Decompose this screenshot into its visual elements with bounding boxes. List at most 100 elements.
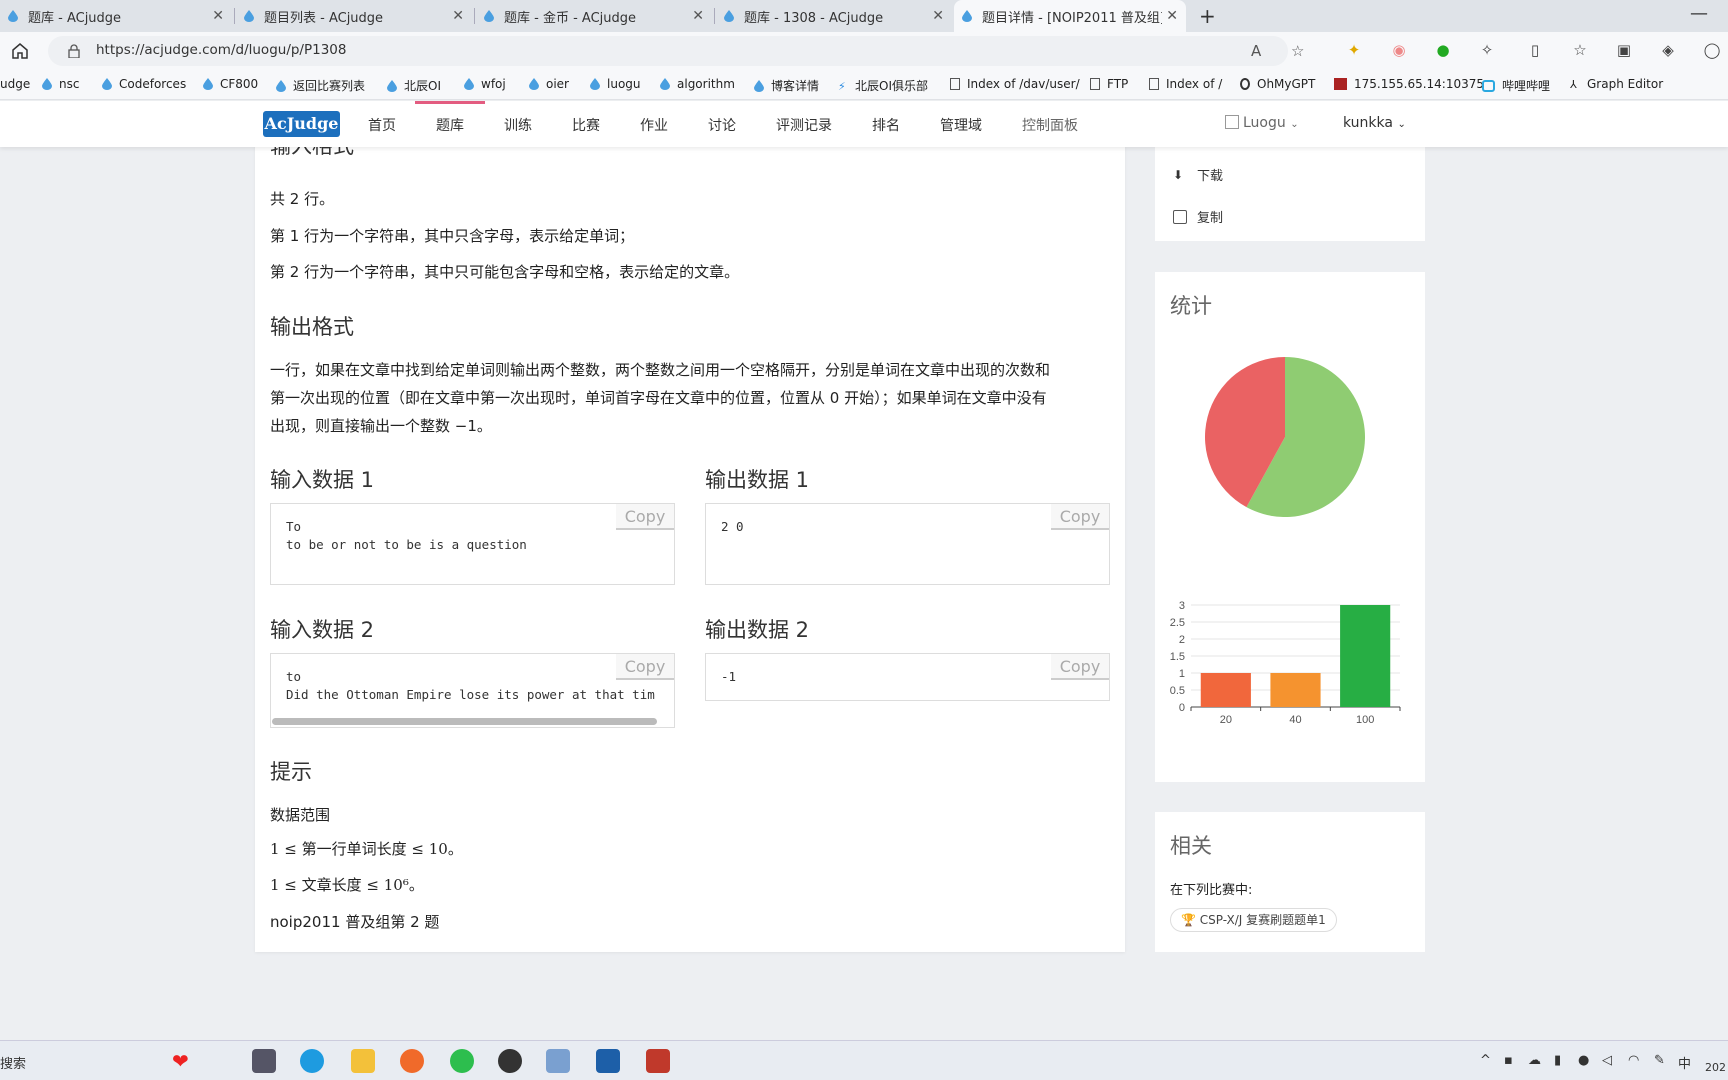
bookmark[interactable]: nsc <box>42 77 79 91</box>
browser-tab[interactable]: 题库 - ACjudge ✕ <box>0 0 232 32</box>
water-drop-icon <box>660 78 670 90</box>
water-drop-icon <box>276 79 286 92</box>
nav-discussion[interactable]: 讨论 <box>708 115 736 135</box>
copy-button[interactable]: Copy <box>616 504 674 530</box>
bookmark[interactable]: algorithm <box>660 77 735 91</box>
nav-homework[interactable]: 作业 <box>640 115 668 135</box>
download-link[interactable]: ⬇ 下载 <box>1173 165 1223 185</box>
copy-button[interactable]: Copy <box>1051 654 1109 680</box>
profile-icon[interactable]: ◯ <box>1702 41 1722 61</box>
bookmark[interactable]: Codeforces <box>102 77 186 91</box>
taskbar-search[interactable]: 搜索 <box>0 1053 26 1072</box>
close-tab-icon[interactable]: ✕ <box>212 8 224 24</box>
bookmark[interactable]: FTP <box>1090 77 1128 91</box>
bookmark[interactable]: OhMyGPT <box>1240 77 1315 91</box>
bookmark[interactable]: 哔哩哔哩 <box>1482 77 1550 94</box>
sample-output-box[interactable]: -1 Copy <box>705 653 1110 701</box>
favorite-star-icon[interactable]: ☆ <box>1291 42 1304 60</box>
hint-line: noip2011 普及组第 2 题 <box>270 913 440 931</box>
bookmark[interactable]: wfoj <box>464 77 506 91</box>
domain-selector[interactable]: Luogu ⌄ <box>1225 115 1299 131</box>
nav-training[interactable]: 训练 <box>504 115 532 135</box>
file-explorer-icon[interactable] <box>351 1049 375 1073</box>
pen-icon[interactable]: ✎ <box>1654 1053 1665 1068</box>
tray-app-icon[interactable]: ▪ <box>1504 1053 1513 1068</box>
chevron-up-icon[interactable]: ^ <box>1480 1053 1491 1068</box>
bookmark[interactable]: CF800 <box>203 77 258 91</box>
close-tab-icon[interactable]: ✕ <box>692 8 704 24</box>
bookmark[interactable]: Index of / <box>1149 77 1222 91</box>
related-contest-tag[interactable]: 🏆 CSP-X/J 复赛刷题题单1 <box>1170 908 1337 932</box>
close-tab-icon[interactable]: ✕ <box>932 8 944 24</box>
nav-home[interactable]: 首页 <box>368 115 396 135</box>
wifi-icon[interactable]: ◠ <box>1628 1053 1639 1068</box>
y-tick-label: 1.5 <box>1170 651 1185 663</box>
water-drop-icon <box>387 79 397 92</box>
copy-link[interactable]: 复制 <box>1173 207 1223 226</box>
read-aloud-icon[interactable]: A <box>1251 42 1261 60</box>
extension-icon[interactable]: ● <box>1433 41 1453 61</box>
new-tab-icon[interactable]: + <box>1199 4 1216 28</box>
horizontal-scrollbar[interactable] <box>272 718 657 725</box>
bookmark[interactable]: ⅄ Graph Editor <box>1570 77 1663 91</box>
copy-button[interactable]: Copy <box>1051 504 1109 530</box>
minimize-icon[interactable]: — <box>1690 3 1708 24</box>
bookmark[interactable]: 返回比赛列表 <box>276 77 365 94</box>
input-method[interactable]: 中 <box>1678 1053 1691 1072</box>
edge-icon[interactable] <box>300 1049 324 1073</box>
extensions-puzzle-icon[interactable]: ✧ <box>1477 41 1497 61</box>
bookmark[interactable]: oier <box>529 77 569 91</box>
y-tick-label: 2.5 <box>1170 617 1185 629</box>
x-tick-label: 20 <box>1220 714 1232 726</box>
wechat-tray-icon[interactable]: ● <box>1578 1053 1589 1068</box>
split-screen-icon[interactable]: ▯ <box>1525 41 1545 61</box>
url-bar[interactable]: https://acjudge.com/d/luogu/p/P1308 A ☆ <box>48 36 1304 66</box>
task-view-icon[interactable] <box>252 1049 276 1073</box>
nav-contest[interactable]: 比赛 <box>572 115 600 135</box>
bookmark[interactable]: Index of /dav/user/ <box>950 77 1080 91</box>
extension-icon[interactable]: ✦ <box>1344 41 1364 61</box>
nav-problems[interactable]: 题库 <box>436 115 464 135</box>
extension-icon[interactable]: ◉ <box>1389 41 1409 61</box>
nav-domain-admin[interactable]: 管理域 <box>940 115 982 135</box>
wechat-icon[interactable] <box>450 1049 474 1073</box>
home-icon[interactable] <box>10 41 30 61</box>
browser-tab[interactable]: 题目列表 - ACjudge ✕ <box>236 0 472 32</box>
site-logo[interactable]: AcJudge <box>263 111 340 137</box>
bookmark[interactable]: 175.155.65.14:10375 <box>1334 77 1484 91</box>
browser-tab[interactable]: 题库 - 1308 - ACjudge ✕ <box>716 0 952 32</box>
bookmark[interactable]: udge <box>0 77 30 91</box>
bookmark[interactable]: luogu <box>590 77 641 91</box>
nav-records[interactable]: 评测记录 <box>776 115 832 135</box>
devcpp-icon[interactable] <box>596 1049 620 1073</box>
sample-input-box[interactable]: to Did the Ottoman Empire lose its power… <box>270 653 675 728</box>
clock[interactable]: 202 <box>1705 1061 1726 1074</box>
sample-output-box[interactable]: 2 0 Copy <box>705 503 1110 585</box>
user-menu[interactable]: kunkka ⌄ <box>1343 115 1406 131</box>
water-drop-icon <box>529 78 539 90</box>
microphone-icon[interactable]: ▮ <box>1554 1053 1561 1068</box>
bookmark[interactable]: 北辰OI <box>387 77 441 94</box>
obs-icon[interactable] <box>498 1049 522 1073</box>
favorites-icon[interactable]: ☆ <box>1570 41 1590 61</box>
firefox-icon[interactable] <box>400 1049 424 1073</box>
nav-control-panel[interactable]: 控制面板 <box>1022 115 1078 135</box>
cloud-icon[interactable]: ☁ <box>1528 1053 1541 1068</box>
bookmark[interactable]: ⚡ 北辰OI俱乐部 <box>838 77 928 94</box>
filezilla-icon[interactable] <box>646 1049 670 1073</box>
browser-essentials-icon[interactable]: ◈ <box>1658 41 1678 61</box>
copy-button[interactable]: Copy <box>616 654 674 680</box>
browser-tab-active[interactable]: 题目详情 - [NOIP2011 普及组] 统 ✕ <box>954 0 1186 32</box>
collections-icon[interactable]: ▣ <box>1614 41 1634 61</box>
tab-title: 题目列表 - ACjudge <box>264 10 384 26</box>
sample-input-box[interactable]: To to be or not to be is a question Copy <box>270 503 675 585</box>
paint-icon[interactable] <box>546 1049 570 1073</box>
close-tab-icon[interactable]: ✕ <box>452 8 464 24</box>
lock-icon <box>68 44 80 58</box>
water-drop-icon <box>203 78 213 90</box>
bookmark[interactable]: 博客详情 <box>754 77 819 94</box>
nav-ranking[interactable]: 排名 <box>872 115 900 135</box>
volume-icon[interactable]: ◁ <box>1602 1053 1612 1068</box>
close-tab-icon[interactable]: ✕ <box>1166 8 1178 24</box>
browser-tab[interactable]: 题库 - 金币 - ACjudge ✕ <box>476 0 712 32</box>
